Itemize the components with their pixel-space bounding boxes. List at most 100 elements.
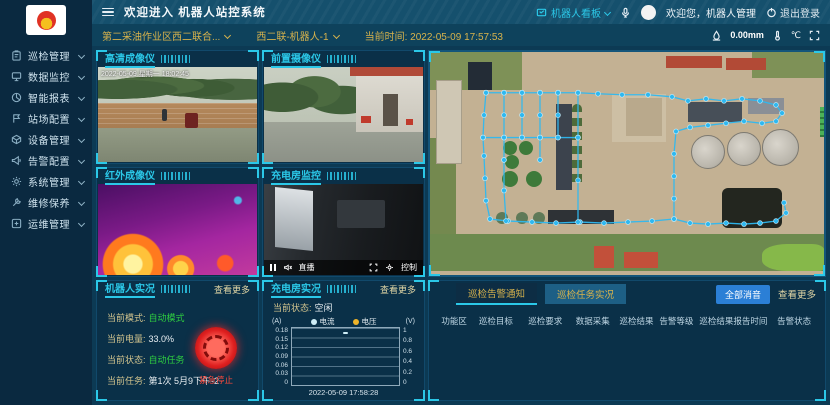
map-scrollbar[interactable] — [820, 107, 824, 137]
clipboard-icon — [10, 50, 22, 62]
right-axis-ticks: 10.8 0.60.4 0.20 — [403, 327, 417, 386]
sidebar-item-station-config[interactable]: 站场配置 — [0, 108, 92, 129]
sidebar-item-alarm-config[interactable]: 告警配置 — [0, 150, 92, 171]
legend-current[interactable]: 电流 — [311, 316, 335, 327]
chevron-down-icon — [604, 8, 611, 15]
sidebar-item-system-mgmt[interactable]: 系统管理 — [0, 171, 92, 192]
panel-title: 前置摄像仪 — [271, 50, 321, 68]
content-area: 高清成像仪 2022-05-09 星期一 18:02:45 — [92, 46, 830, 405]
video-timestamp: 2022-05-09 星期一 18:02:45 — [101, 69, 189, 79]
scene-red-object — [406, 119, 413, 125]
area-select-value: 第二采油作业区西二联合... — [102, 28, 220, 43]
thermal-scene — [98, 184, 257, 275]
panel-title: 机器人实况 — [105, 280, 155, 298]
robot-select-value: 西二联-机器人-1 — [256, 28, 328, 43]
sidebar-item-label: 系统管理 — [28, 174, 70, 189]
robot-select[interactable]: 西二联-机器人-1 — [256, 28, 338, 43]
panel-title: 充电房实况 — [271, 280, 321, 298]
fullscreen-icon[interactable] — [809, 30, 820, 41]
chevron-down-icon — [224, 31, 231, 38]
legend-dot-icon — [353, 319, 359, 325]
header-right: 机器人看板 欢迎您，机器人管理 退出登录 — [536, 5, 820, 20]
barcode-decoration-icon — [327, 55, 357, 63]
mode-value: 自动模式 — [149, 311, 185, 324]
area-select[interactable]: 第二采油作业区西二联合... — [102, 28, 230, 43]
chevron-down-icon — [78, 220, 85, 227]
scene-red-object — [361, 116, 371, 123]
fullscreen-icon[interactable] — [369, 263, 378, 272]
tab-alarm-notice[interactable]: 巡检告警通知 — [456, 283, 537, 305]
hd-camera-video[interactable]: 2022-05-09 星期一 18:02:45 — [98, 67, 257, 162]
scene-door — [383, 94, 397, 126]
column-header: 巡检要求 — [521, 315, 570, 327]
app-root: 巡检管理 数据监控 智能报表 站场配置 设备管理 — [0, 0, 830, 405]
logout-button[interactable]: 退出登录 — [766, 5, 820, 20]
column-header: 巡检目标 — [471, 315, 520, 327]
gear-icon — [10, 176, 22, 188]
avatar[interactable] — [641, 5, 656, 20]
panel-header: 充电房监控 — [264, 168, 423, 184]
main-area: 欢迎进入 机器人站控系统 机器人看板 欢迎您，机器人管理 退出登录 第二采油作业… — [92, 0, 830, 405]
charging-room-video[interactable]: 直播 控制 — [264, 184, 423, 275]
legend-voltage[interactable]: 电压 — [353, 316, 377, 327]
patrol-map[interactable] — [430, 52, 824, 275]
menu-toggle-icon[interactable] — [102, 8, 114, 17]
scene-equipment — [337, 200, 385, 227]
chart-grid-row: 0.180.15 0.120.09 0.060.03 0 10.8 0.60.4… — [270, 327, 417, 386]
column-header: 数据采集 — [570, 315, 616, 327]
scene-wellhead — [185, 113, 198, 128]
column-header: 巡检结果报告时间 — [695, 315, 771, 327]
wrench-icon — [10, 197, 22, 209]
sidebar-item-patrol-mgmt[interactable]: 巡检管理 — [0, 45, 92, 66]
page-title: 欢迎进入 机器人站控系统 — [124, 4, 266, 20]
barcode-decoration-icon — [161, 285, 191, 293]
panel-header: 前置摄像仪 — [264, 51, 423, 67]
mic-icon[interactable] — [620, 7, 631, 18]
panel-header: 充电房实况 查看更多 — [264, 281, 423, 297]
sidebar-nav: 巡检管理 数据监控 智能报表 站场配置 设备管理 — [0, 45, 92, 234]
front-camera-video[interactable] — [264, 67, 423, 162]
sidebar-item-label: 维修保养 — [28, 195, 70, 210]
view-more-link[interactable]: 查看更多 — [380, 283, 416, 296]
temperature-unit: ℃ — [791, 30, 801, 41]
infrared-video[interactable] — [98, 184, 257, 275]
tab-task-live[interactable]: 巡检任务实况 — [545, 284, 626, 304]
sidebar-item-maintenance[interactable]: 维修保养 — [0, 192, 92, 213]
view-more-link[interactable]: 查看更多 — [778, 287, 816, 301]
right-axis-unit: (V) — [406, 318, 415, 325]
camera-scene — [264, 67, 423, 162]
view-more-link[interactable]: 查看更多 — [214, 283, 250, 296]
panel-title: 红外成像仪 — [105, 167, 155, 185]
column-header: 告警状态 — [771, 315, 817, 327]
alarm-table-body — [437, 331, 817, 394]
gear-icon[interactable] — [385, 263, 394, 272]
sidebar-item-smart-report[interactable]: 智能报表 — [0, 87, 92, 108]
camera-scene: 2022-05-09 星期一 18:02:45 — [98, 67, 257, 162]
scene-wall — [98, 103, 257, 128]
status-field: 当前模式: 自动模式 — [107, 311, 219, 324]
panel-header: 红外成像仪 — [98, 168, 257, 184]
mute-icon[interactable] — [283, 263, 292, 272]
live-label[interactable]: 直播 — [299, 262, 315, 273]
panel-title: 高清成像仪 — [105, 50, 155, 68]
chevron-down-icon — [78, 52, 85, 59]
charging-status: 当前状态: 空闲 — [273, 301, 417, 314]
scene-trees — [264, 67, 356, 122]
charging-room-camera-panel: 充电房监控 直播 控制 — [262, 167, 425, 277]
sidebar-item-device-mgmt[interactable]: 设备管理 — [0, 129, 92, 150]
pause-button[interactable] — [270, 264, 276, 271]
sidebar-item-ops-mgmt[interactable]: 运维管理 — [0, 213, 92, 234]
emergency-stop-label: 紧急停止 — [189, 374, 243, 386]
chevron-down-icon — [78, 94, 85, 101]
alarm-tabs-row: 巡检告警通知 巡检任务实况 全部消音 查看更多 — [430, 284, 824, 304]
panel-header: 高清成像仪 — [98, 51, 257, 67]
sidebar-item-data-monitor[interactable]: 数据监控 — [0, 66, 92, 87]
control-label[interactable]: 控制 — [401, 262, 417, 273]
left-axis-ticks: 0.180.15 0.120.09 0.060.03 0 — [270, 327, 288, 386]
emergency-stop-button[interactable] — [195, 327, 237, 369]
mute-all-button[interactable]: 全部消音 — [716, 285, 770, 304]
app-logo — [26, 5, 66, 35]
board-select[interactable]: 机器人看板 — [536, 5, 610, 20]
column-header: 功能区 — [437, 315, 471, 327]
front-camera-panel: 前置摄像仪 — [262, 50, 425, 164]
